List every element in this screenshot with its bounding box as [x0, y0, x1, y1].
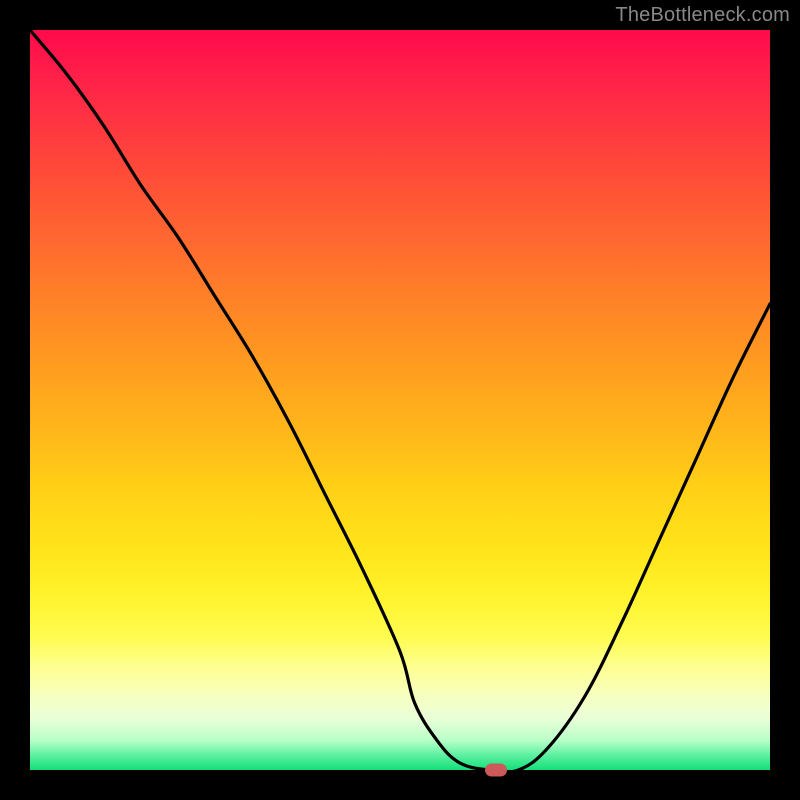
- curve-line: [30, 30, 770, 770]
- chart-frame: TheBottleneck.com: [0, 0, 800, 800]
- watermark-text: TheBottleneck.com: [615, 4, 790, 27]
- optimum-marker: [485, 764, 507, 777]
- plot-area: [30, 30, 770, 770]
